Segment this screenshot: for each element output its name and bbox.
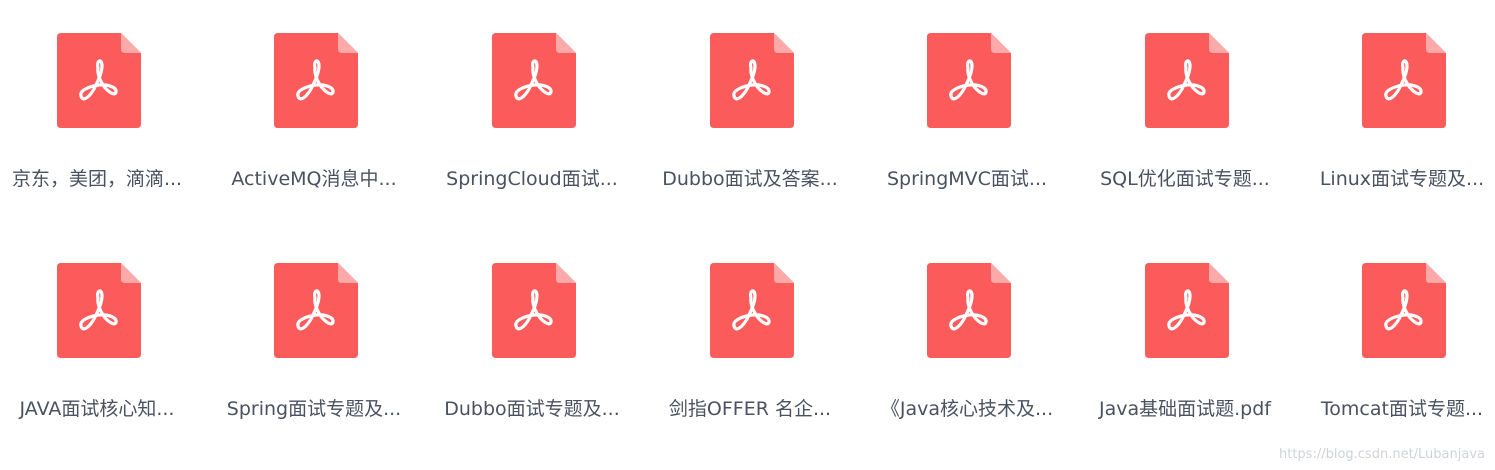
file-name[interactable]: Java基础面试题.pdf <box>1090 396 1280 422</box>
pdf-file-icon[interactable] <box>1362 33 1446 128</box>
pdf-file-icon[interactable] <box>1145 263 1229 358</box>
file-item[interactable]: Dubbo面试专题及... <box>437 230 627 420</box>
file-item[interactable]: Spring面试专题及... <box>219 230 409 420</box>
file-item[interactable]: ActiveMQ消息中... <box>219 0 409 190</box>
file-name[interactable]: Linux面试专题及... <box>1307 166 1495 192</box>
pdf-file-icon[interactable] <box>710 263 794 358</box>
file-item[interactable]: Dubbo面试及答案... <box>655 0 845 190</box>
pdf-file-icon[interactable] <box>927 33 1011 128</box>
pdf-file-icon[interactable] <box>927 263 1011 358</box>
file-name[interactable]: JAVA面试核心知... <box>2 396 192 422</box>
file-name[interactable]: SpringCloud面试... <box>437 166 627 192</box>
file-name[interactable]: ActiveMQ消息中... <box>219 166 409 192</box>
file-item[interactable]: SQL优化面试专题... <box>1090 0 1280 190</box>
pdf-file-icon[interactable] <box>1145 33 1229 128</box>
file-name[interactable]: Spring面试专题及... <box>219 396 409 422</box>
file-name[interactable]: 剑指OFFER 名企... <box>655 396 845 422</box>
watermark: https://blog.csdn.net/Lubanjava <box>1278 447 1485 462</box>
pdf-file-icon[interactable] <box>274 263 358 358</box>
file-name[interactable]: SpringMVC面试... <box>872 166 1062 192</box>
file-item[interactable]: 京东，美团，滴滴... <box>2 0 192 190</box>
file-name[interactable]: 京东，美团，滴滴... <box>2 166 192 192</box>
file-item[interactable]: 剑指OFFER 名企... <box>655 230 845 420</box>
file-item[interactable]: JAVA面试核心知... <box>2 230 192 420</box>
file-item[interactable]: Linux面试专题及... <box>1307 0 1495 190</box>
pdf-file-icon[interactable] <box>274 33 358 128</box>
file-item[interactable]: Java基础面试题.pdf <box>1090 230 1280 420</box>
file-name[interactable]: Tomcat面试专题... <box>1307 396 1495 422</box>
file-item[interactable]: 《Java核心技术及... <box>872 230 1062 420</box>
pdf-file-icon[interactable] <box>710 33 794 128</box>
file-grid: 京东，美团，滴滴... ActiveMQ消息中... SpringCloud面试… <box>0 0 1495 470</box>
file-name[interactable]: Dubbo面试专题及... <box>437 396 627 422</box>
pdf-file-icon[interactable] <box>492 263 576 358</box>
file-name[interactable]: 《Java核心技术及... <box>872 396 1062 422</box>
pdf-file-icon[interactable] <box>1362 263 1446 358</box>
pdf-file-icon[interactable] <box>492 33 576 128</box>
file-item[interactable]: Tomcat面试专题... <box>1307 230 1495 420</box>
file-item[interactable]: SpringMVC面试... <box>872 0 1062 190</box>
file-name[interactable]: Dubbo面试及答案... <box>655 166 845 192</box>
pdf-file-icon[interactable] <box>57 263 141 358</box>
pdf-file-icon[interactable] <box>57 33 141 128</box>
file-item[interactable]: SpringCloud面试... <box>437 0 627 190</box>
file-name[interactable]: SQL优化面试专题... <box>1090 166 1280 192</box>
